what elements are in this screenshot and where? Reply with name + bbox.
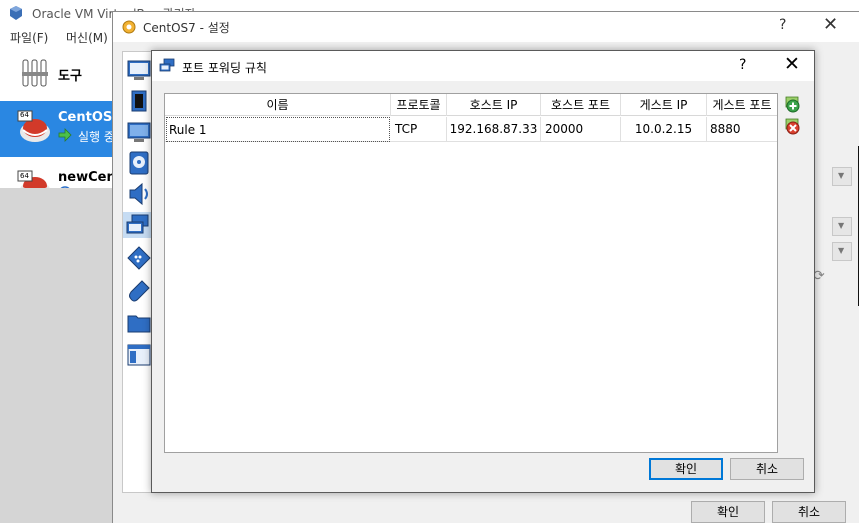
vm-item-centos7[interactable]: 64 CentOS7 실행 중 [0,101,121,157]
serial-port-icon [127,246,151,270]
settings-titlebar: CentOS7 - 설정 ? ✕ [113,12,859,42]
column-header-guest-port[interactable]: 게스트 포트 [707,94,777,116]
chip-icon [131,90,147,112]
virtualbox-logo-icon [10,6,22,20]
vm-64bit-badge: 64 [20,172,29,180]
remove-rule-button[interactable] [782,117,802,135]
system-category[interactable] [126,88,152,114]
window-layout-icon [127,344,151,366]
settings-help-button[interactable]: ? [779,17,786,33]
refresh-mac-icon[interactable]: ⟳ [813,268,829,284]
cell-guest-ip[interactable]: 10.0.2.15 [621,117,707,142]
table-header: 이름 프로토콜 호스트 IP 호스트 포트 게스트 IP 게스트 포트 [165,94,777,116]
column-header-name[interactable]: 이름 [165,94,391,116]
table-row[interactable]: Rule 1 TCP 192.168.87.33 20000 10.0.2.15… [165,117,777,142]
pf-ok-button[interactable]: 확인 [649,458,723,480]
disk-icon [129,151,149,175]
display-category[interactable] [126,119,152,145]
port-forwarding-dialog: 포트 포워딩 규칙 ? ✕ 이름 프로토콜 호스트 IP 호스트 포트 게스트 … [151,50,815,493]
monitor-icon [127,60,151,80]
menu-file[interactable]: 파일(F) [10,29,48,46]
pf-titlebar: 포트 포워딩 규칙 ? ✕ [152,51,814,81]
network-icon [159,58,175,72]
column-header-guest-ip[interactable]: 게스트 IP [621,94,707,116]
column-header-protocol[interactable]: 프로토콜 [391,94,447,116]
pf-cancel-button[interactable]: 취소 [730,458,804,480]
settings-category-sidebar [122,51,154,493]
display-icon [127,122,151,142]
cell-protocol[interactable]: TCP [391,117,447,142]
cell-host-port[interactable]: 20000 [541,117,621,142]
usb-icon [129,280,150,302]
general-category[interactable] [126,57,152,83]
shared-folders-category[interactable] [126,310,152,336]
user-interface-category[interactable] [126,342,152,368]
vm-list: 도구 64 CentOS7 실행 중 64 newCentOS [0,48,142,202]
settings-dropdown-arrow[interactable] [832,217,852,236]
settings-gear-icon [122,20,136,34]
settings-title: CentOS7 - 설정 [143,21,230,35]
settings-cancel-button[interactable]: 취소 [772,501,846,523]
running-arrow-icon [58,128,72,142]
add-rule-button[interactable] [782,95,802,113]
settings-dropdown-arrow[interactable] [832,167,852,186]
pf-close-button[interactable]: ✕ [784,53,800,75]
cell-guest-port[interactable]: 8880 [707,117,777,142]
folder-icon [127,315,151,333]
audio-category[interactable] [126,181,152,207]
storage-category[interactable] [126,150,152,176]
network-icon [126,214,149,234]
settings-close-button[interactable]: ✕ [823,14,838,35]
remove-rule-icon [785,118,800,135]
pf-title: 포트 포워딩 규칙 [182,61,267,75]
speaker-icon [129,182,148,206]
pf-help-button[interactable]: ? [739,57,746,73]
tools-label: 도구 [58,69,82,84]
column-header-host-ip[interactable]: 호스트 IP [447,94,541,116]
usb-category[interactable] [126,278,152,304]
menu-machine[interactable]: 머신(M) [66,29,108,46]
vm-64bit-badge: 64 [20,111,29,119]
port-forwarding-table: 이름 프로토콜 호스트 IP 호스트 포트 게스트 IP 게스트 포트 Rule… [164,93,778,453]
settings-dropdown-arrow[interactable] [832,242,852,261]
settings-ok-button[interactable]: 확인 [691,501,765,523]
serial-ports-category[interactable] [126,245,152,271]
tools-icon [22,59,48,87]
add-rule-icon [785,96,800,113]
vm-item-newcentos[interactable]: 64 newCentOS 전원 꺼짐 [0,160,142,202]
vm-state-centos7: 실행 중 [78,130,115,144]
main-panel-background [0,188,115,523]
cell-host-ip[interactable]: 192.168.87.33 [447,117,541,142]
main-menubar: 파일(F) 머신(M) [0,26,120,48]
cell-rule-name[interactable]: Rule 1 [166,117,390,142]
tools-item[interactable]: 도구 [0,48,115,98]
column-header-host-port[interactable]: 호스트 포트 [541,94,621,116]
network-category[interactable] [123,212,153,238]
